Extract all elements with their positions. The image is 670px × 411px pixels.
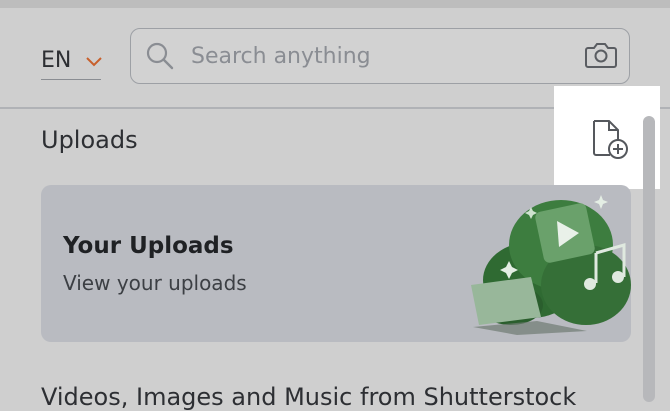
- search-icon: [145, 41, 175, 75]
- language-label: EN: [41, 48, 72, 73]
- card-subtitle: View your uploads: [63, 271, 247, 295]
- library-section-title: Videos, Images and Music from Shuttersto…: [41, 383, 577, 411]
- camera-icon[interactable]: [585, 41, 617, 73]
- scrollbar[interactable]: [643, 116, 655, 402]
- language-selector[interactable]: EN: [41, 45, 103, 80]
- card-title: Your Uploads: [63, 233, 234, 259]
- window-top-edge: [0, 0, 670, 8]
- your-uploads-card[interactable]: Your Uploads View your uploads: [41, 185, 631, 342]
- chevron-down-icon: [85, 53, 103, 72]
- search-input[interactable]: [189, 37, 573, 75]
- uploads-illustration: [471, 195, 631, 335]
- uploads-section-title: Uploads: [41, 126, 138, 154]
- search-box[interactable]: [130, 28, 630, 84]
- file-add-icon: [590, 118, 632, 166]
